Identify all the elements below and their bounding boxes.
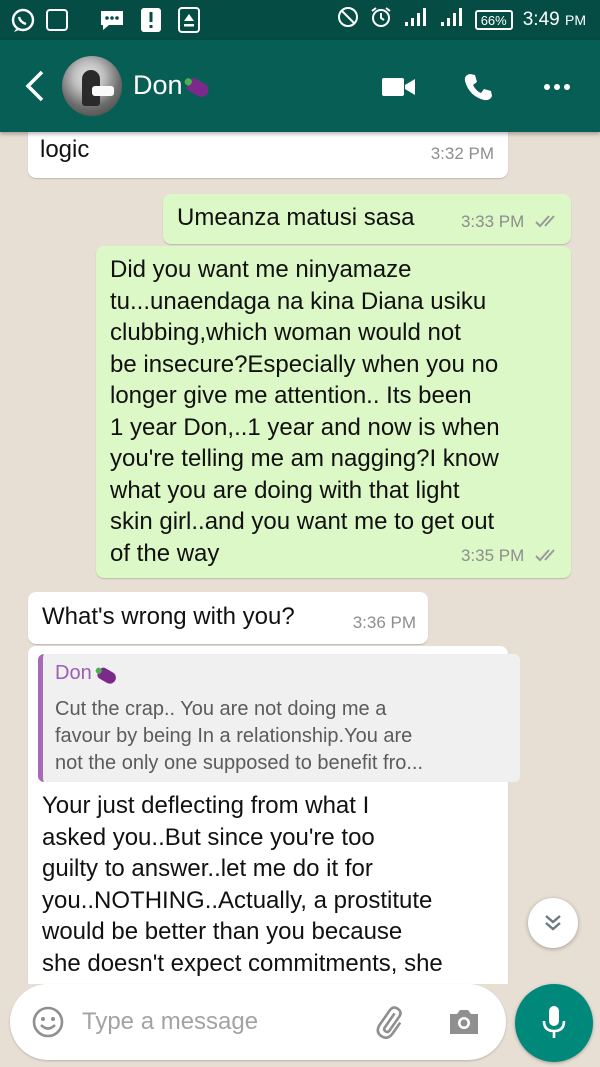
message-text: Did you want me ninyamaze tu...unaendaga… [110, 254, 560, 569]
contact-name[interactable]: Don [133, 70, 211, 101]
message-text: What's wrong with you? [42, 603, 295, 630]
double-check-icon [535, 547, 561, 567]
status-time-ampm: PM [565, 12, 586, 28]
message-line: she doesn't expect commitments, she [42, 949, 443, 977]
emoji-icon[interactable] [28, 1002, 68, 1042]
scroll-down-icon[interactable] [528, 898, 578, 948]
alarm-icon [369, 5, 393, 35]
contact-name-text: Don [133, 70, 183, 100]
quoted-author-name: Don [55, 662, 92, 684]
message-meta: 3:35 PM [461, 546, 561, 567]
message-line: longer give me attention.. Its been [110, 382, 472, 409]
double-check-icon [535, 213, 561, 233]
battery-icon: 66% [474, 10, 513, 30]
message-time: 3:36 PM [352, 613, 416, 632]
quoted-author: Don [55, 662, 118, 686]
quoted-line: not the only one supposed to benefit fro… [55, 752, 424, 774]
mic-icon[interactable] [515, 984, 593, 1062]
chat-header: Don [0, 40, 600, 132]
message-time: 3:33 PM [460, 212, 525, 231]
message-bubble-outgoing[interactable]: Umeanza matusi sasa 3:33 PM [163, 194, 571, 244]
message-line: Did you want me ninyamaze [110, 256, 412, 283]
message-bubble-incoming[interactable]: What's wrong with you? 3:36 PM [28, 592, 428, 644]
signal-icon [439, 7, 465, 33]
message-input[interactable]: Type a message [82, 1008, 258, 1036]
phone-call-icon[interactable] [456, 64, 502, 110]
status-time-value: 3:49 [522, 9, 560, 30]
status-bar-right: 66% 3:49 PM [337, 0, 586, 40]
message-text: Your just deflecting from what I asked y… [42, 790, 492, 979]
message-line: would be better than you because [42, 918, 403, 945]
signal-icon [403, 7, 429, 33]
avatar[interactable] [62, 56, 122, 116]
eggplant-emoji [95, 665, 118, 686]
message-line: guilty to answer..let me do it for [42, 855, 373, 882]
camera-icon[interactable] [444, 1002, 484, 1042]
upload-icon [178, 7, 200, 33]
message-input-bar[interactable]: Type a message [10, 984, 506, 1060]
message-time: 3:35 PM [460, 546, 525, 565]
back-arrow-icon[interactable] [20, 68, 50, 104]
messages-icon [98, 7, 126, 33]
video-call-icon[interactable] [376, 64, 422, 110]
message-line: 1 year Don,..1 year and now is when [110, 413, 500, 441]
status-time: 3:49 PM [523, 9, 586, 31]
more-options-icon[interactable] [534, 64, 580, 110]
message-line: tu...unaendaga na kina Diana usiku [110, 287, 487, 315]
quoted-text: Cut the crap.. You are not doing me a fa… [55, 696, 505, 777]
attach-icon[interactable] [372, 1002, 412, 1042]
quoted-line: favour by being In a relationship.You ar… [55, 725, 413, 747]
message-line: what you are doing with that light [110, 476, 460, 504]
message-text: logic [40, 136, 90, 163]
message-bubble-incoming[interactable]: logic 3:32 PM [28, 132, 508, 178]
message-line: clubbing,which woman would not [110, 319, 461, 346]
whatsapp-icon [10, 7, 36, 33]
alert-icon [140, 7, 162, 33]
message-line: Your just deflecting from what I [42, 792, 370, 819]
message-text: Umeanza matusi sasa [177, 204, 415, 231]
quoted-line: Cut the crap.. You are not doing me a [55, 698, 387, 720]
message-bubble-outgoing[interactable]: Did you want me ninyamaze tu...unaendaga… [96, 246, 571, 578]
quoted-message[interactable]: Don Cut the crap.. You are not doing me … [38, 654, 520, 782]
eggplant-emoji [184, 75, 211, 100]
do-not-disturb-icon [337, 6, 359, 34]
chat-area[interactable]: logic 3:32 PM Umeanza matusi sasa 3:33 P… [0, 132, 600, 984]
message-time: 3:32 PM [430, 144, 494, 163]
message-meta: 3:33 PM [461, 212, 561, 233]
gallery-icon [46, 7, 68, 33]
message-line: skin girl..and you want me to get out [110, 508, 495, 535]
status-bar: 66% 3:49 PM [0, 0, 600, 40]
message-line: you're telling me am nagging?I know [110, 445, 499, 472]
message-line: you..NOTHING..Actually, a prostitute [42, 886, 433, 914]
message-bubble-incoming-reply[interactable]: Don Cut the crap.. You are not doing me … [28, 646, 520, 984]
message-line: be insecure?Especially when you no [110, 350, 499, 378]
message-line: asked you..But since you're too [42, 823, 375, 851]
